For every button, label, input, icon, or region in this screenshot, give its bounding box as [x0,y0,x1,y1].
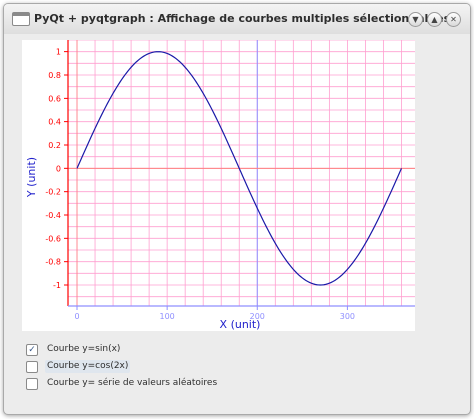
plot-widget[interactable]: 1 0.8 0.6 0.4 0.2 0 -0.2 -0.4 -0.6 -0.8 -1 0 100 200 3… [22,40,415,331]
maximize-button[interactable]: ▲ [427,12,442,27]
x-axis-label: X (unit) [220,318,261,331]
checkbox-sin-label[interactable]: Courbe y=sin(x) [45,343,122,356]
plot-canvas[interactable]: 10.80.60.40.20-0.2-0.4-0.6-0.8-10 100 200 3… [22,40,415,331]
window-title: PyQt + pyqtgraph : Affichage de courbes … [34,12,451,25]
y-tick-label: 0.2 [48,141,61,150]
y-tick-label: -0.2 [45,188,61,197]
y-tick-label: 0.6 [48,94,61,103]
y-tick-label: -0.4 [45,211,61,220]
close-button[interactable]: ✕ [446,12,461,27]
checkbox-sin-box[interactable]: ✓ [26,344,38,356]
x-tick-label: 300 [340,312,355,321]
y-tick-label: 0.4 [48,118,61,127]
y-tick-label: 0 [56,164,61,173]
y-tick-label: 1 [56,48,61,57]
window-icon [12,12,30,26]
check-icon: ✓ [28,345,36,355]
main-window: PyQt + pyqtgraph : Affichage de courbes … [3,3,471,415]
checkbox-cos2x-label[interactable]: Courbe y=cos(2x) [45,360,131,373]
checkbox-cos2x-box[interactable] [26,361,38,373]
minimize-button[interactable]: ▼ [408,12,423,27]
checkbox-random-label[interactable]: Courbe y= série de valeurs aléatoires [45,377,219,390]
x-tick-label: 0 [74,312,79,321]
checkbox-random-box[interactable] [26,378,38,390]
y-tick-label: -1 [53,281,61,290]
y-tick-label: -0.8 [45,258,61,267]
title-bar[interactable]: PyQt + pyqtgraph : Affichage de courbes … [4,4,470,34]
chevron-up-icon: ▲ [431,15,438,24]
x-tick-label: 100 [160,312,175,321]
y-tick-label: 0.8 [48,71,61,80]
chevron-down-icon: ▼ [412,15,419,24]
close-icon: ✕ [450,15,457,24]
y-axis-label: Y (unit) [25,157,38,198]
y-tick-label: -0.6 [45,234,61,243]
